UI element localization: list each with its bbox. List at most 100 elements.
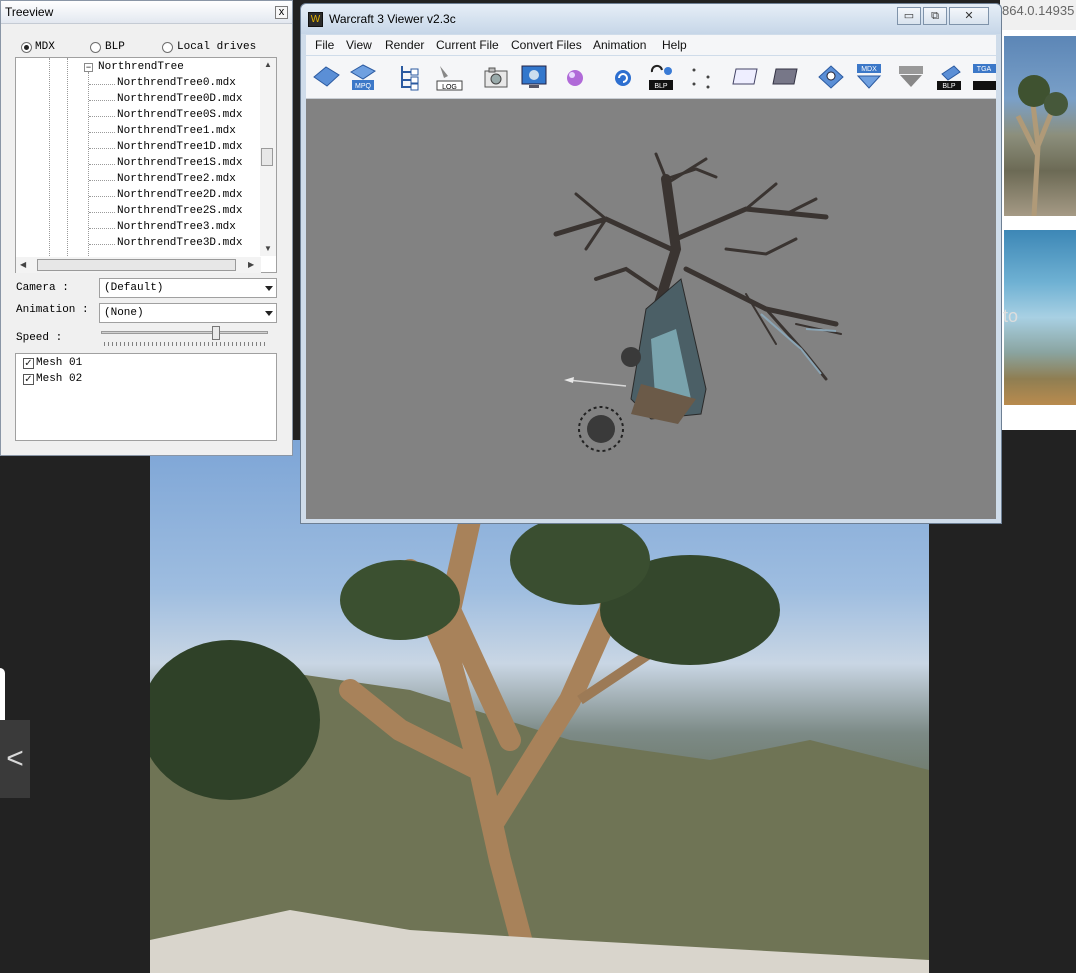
viewer-titlebar[interactable]: W Warcraft 3 Viewer v2.3c ▭ ⧉ ✕	[301, 4, 1001, 34]
minimize-button[interactable]: ▭	[897, 7, 921, 25]
speed-slider-track[interactable]	[101, 331, 268, 334]
arrow-gray-icon[interactable]	[896, 62, 926, 92]
radio-mdx-label: MDX	[35, 41, 55, 53]
thumbnail-tree-drawing	[1015, 75, 1068, 216]
treeview-titlebar[interactable]: Treeview x	[1, 1, 292, 24]
tree-connector	[89, 212, 115, 213]
mpq-icon[interactable]: MPQ	[348, 62, 378, 92]
scroll-up-arrow[interactable]: ▲	[264, 60, 272, 69]
treeview-title: Treeview	[5, 5, 54, 19]
mesh-02-label: Mesh 02	[36, 373, 83, 385]
tree-connector	[89, 228, 115, 229]
mesh-01-checkbox[interactable]: ✓	[23, 358, 34, 369]
tree-guide-line	[67, 58, 68, 258]
radio-local-drives[interactable]	[162, 42, 173, 53]
svg-text:TGA: TGA	[977, 66, 992, 73]
menu-view[interactable]: View	[346, 38, 372, 52]
tree-connector	[89, 132, 115, 133]
tree-file-item[interactable]: NorthrendTree1S.mdx	[117, 157, 242, 169]
tree-vscroll-thumb[interactable]	[261, 148, 273, 166]
speed-slider-ticks	[104, 342, 268, 346]
mesh-01-label: Mesh 01	[36, 357, 83, 369]
animation-select[interactable]: (None)	[99, 303, 277, 323]
tree-connector	[89, 100, 115, 101]
menu-help[interactable]: Help	[662, 38, 687, 52]
tree-connector	[89, 180, 115, 181]
tree-file-item[interactable]: NorthrendTree1D.mdx	[117, 141, 242, 153]
blp-export-icon[interactable]: BLP	[934, 62, 964, 92]
tree-hscroll-thumb[interactable]	[37, 259, 236, 271]
monitor-icon[interactable]	[519, 62, 549, 92]
menu-current-file[interactable]: Current File	[436, 38, 499, 52]
tree-connector	[89, 116, 115, 117]
tga-icon[interactable]: TGA	[971, 62, 996, 92]
dots-icon[interactable]	[686, 62, 716, 92]
blp-convert-icon[interactable]: BLP	[646, 62, 676, 92]
tree-connector	[89, 164, 115, 165]
tree-connector	[89, 244, 115, 245]
viewer-title: Warcraft 3 Viewer v2.3c	[329, 12, 456, 26]
scroll-left-arrow[interactable]: ◀	[20, 260, 26, 269]
tree-file-item[interactable]: NorthrendTree0D.mdx	[117, 93, 242, 105]
panel-dark-icon[interactable]	[770, 62, 800, 92]
tree-file-item[interactable]: NorthrendTree2S.mdx	[117, 205, 242, 217]
menu-convert-files[interactable]: Convert Files	[511, 38, 582, 52]
sphere-icon[interactable]	[560, 62, 590, 92]
file-tree[interactable]: − NorthrendTree NorthrendTree0.mdx Northr…	[15, 57, 277, 273]
camera-select[interactable]: (Default)	[99, 278, 277, 298]
tree-file-item[interactable]: NorthrendTree3D.mdx	[117, 237, 242, 249]
treeview-close-button[interactable]: x	[275, 6, 288, 19]
radio-blp-label: BLP	[105, 41, 125, 53]
tree-file-item[interactable]: NorthrendTree0S.mdx	[117, 109, 242, 121]
menu-animation[interactable]: Animation	[593, 38, 646, 52]
camera-snapshot-icon[interactable]	[481, 62, 511, 92]
open-diamond-icon[interactable]	[311, 62, 341, 92]
scroll-right-arrow[interactable]: ▶	[248, 260, 254, 269]
refresh-icon[interactable]	[608, 62, 638, 92]
mesh-list: ✓ Mesh 01 ✓ Mesh 02	[15, 353, 277, 441]
menu-render[interactable]: Render	[385, 38, 424, 52]
previous-photo-button[interactable]: <	[0, 720, 30, 798]
folder-expander[interactable]: −	[84, 63, 93, 72]
scroll-down-arrow[interactable]: ▼	[264, 244, 272, 253]
speed-label: Speed :	[16, 332, 63, 344]
tree-guide-line	[49, 58, 50, 258]
svg-text:BLP: BLP	[654, 83, 668, 90]
thumbnail-overlay-text: to	[1003, 306, 1019, 326]
tree-file-item[interactable]: NorthrendTree0.mdx	[117, 77, 236, 89]
model-viewport[interactable]	[306, 99, 996, 519]
radio-blp[interactable]	[90, 42, 101, 53]
search-tool-icon[interactable]	[816, 62, 846, 92]
maximize-button[interactable]: ⧉	[923, 7, 947, 25]
tree-file-item[interactable]: NorthrendTree2D.mdx	[117, 189, 242, 201]
camera-label: Camera :	[16, 282, 69, 294]
tree-connector	[89, 148, 115, 149]
menu-file[interactable]: File	[315, 38, 334, 52]
menu-bar: File View Render Current File Convert Fi…	[306, 35, 996, 55]
tree-file-item[interactable]: NorthrendTree2.mdx	[117, 173, 236, 185]
speed-slider-thumb[interactable]	[212, 326, 220, 340]
chevron-down-icon	[265, 311, 273, 316]
viewer-window: W Warcraft 3 Viewer v2.3c ▭ ⧉ ✕ File Vie…	[300, 3, 1002, 524]
svg-text:LOG: LOG	[442, 84, 457, 91]
toolbar: MPQ LOG BLP MDX BLP TGA	[306, 56, 996, 99]
tree-file-item[interactable]: NorthrendTree1.mdx	[117, 125, 236, 137]
tree-connector	[89, 196, 115, 197]
svg-text:MPQ: MPQ	[355, 83, 372, 90]
log-icon[interactable]: LOG	[434, 62, 464, 92]
thumbnail-photo-tree[interactable]	[1004, 36, 1076, 216]
svg-text:BLP: BLP	[942, 83, 956, 90]
mesh-02-checkbox[interactable]: ✓	[23, 374, 34, 385]
radio-local-drives-label: Local drives	[177, 41, 257, 53]
chevron-down-icon	[265, 286, 273, 291]
tree-model-render	[553, 152, 842, 452]
close-button[interactable]: ✕	[949, 7, 989, 25]
tree-file-item[interactable]: NorthrendTree3.mdx	[117, 221, 236, 233]
treeview-window: Treeview x MDX BLP Local drives − Northr…	[0, 0, 293, 456]
panel-icon[interactable]	[730, 62, 760, 92]
tree-folder-northrendtree[interactable]: NorthrendTree	[98, 61, 184, 73]
svg-text:MDX: MDX	[861, 66, 877, 73]
mdx-save-icon[interactable]: MDX	[854, 62, 884, 92]
radio-mdx[interactable]	[21, 42, 32, 53]
tree-structure-icon[interactable]	[394, 62, 424, 92]
